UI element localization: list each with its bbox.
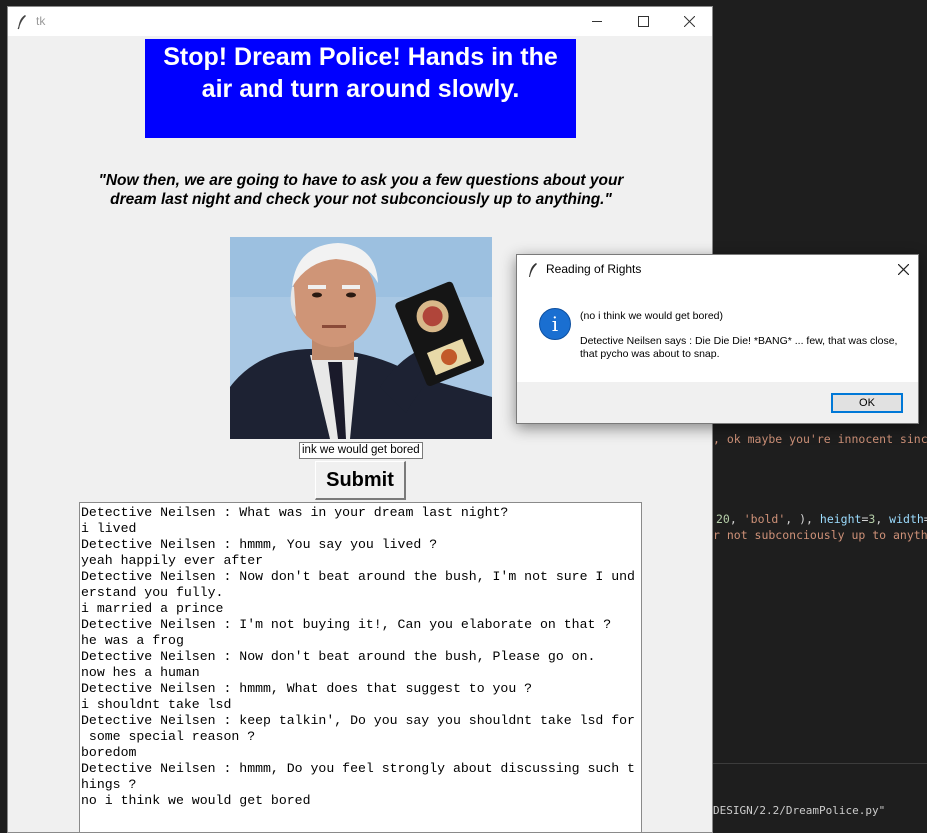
- conversation-line: hings ?: [81, 777, 137, 792]
- submit-button[interactable]: Submit: [315, 461, 406, 500]
- conversation-line: erstand you fully.: [81, 585, 224, 600]
- conversation-line: Detective Neilsen : I'm not buying it!, …: [81, 617, 612, 632]
- conversation-line: no i think we would get bored: [81, 793, 311, 808]
- conversation-line: Detective Neilsen : Now don't beat aroun…: [81, 569, 635, 584]
- minimize-icon: [591, 21, 602, 22]
- dialog-message-echo: (no i think we would get bored): [580, 310, 723, 322]
- conversation-line: i shouldnt take lsd: [81, 697, 232, 712]
- reading-of-rights-dialog: Reading of Rights i (no i think we would…: [516, 254, 919, 424]
- dialog-title: Reading of Rights: [546, 262, 642, 276]
- warning-banner: Stop! Dream Police! Hands in the air and…: [145, 39, 576, 138]
- maximize-button[interactable]: [620, 7, 666, 36]
- conversation-line: he was a frog: [81, 633, 184, 648]
- terminal-path: DESIGN/2.2/DreamPolice.py": [713, 804, 886, 817]
- ok-button[interactable]: OK: [831, 393, 903, 413]
- conversation-line: Detective Neilsen : hmmm, You say you li…: [81, 537, 438, 552]
- conversation-line: Detective Neilsen : hmmm, Do you feel st…: [81, 761, 635, 776]
- maximize-icon: [637, 16, 649, 27]
- editor-code-line: r not subconciously up to anythin: [713, 528, 927, 542]
- conversation-line: Detective Neilsen : Now don't beat aroun…: [81, 649, 596, 664]
- conversation-line: Detective Neilsen : What was in your dre…: [81, 505, 509, 520]
- tk-feather-icon: [529, 263, 537, 277]
- conversation-textbox[interactable]: Detective Neilsen : What was in your dre…: [79, 502, 642, 832]
- editor-code-line: 20, 'bold', ), height=3, width=25: [716, 512, 927, 526]
- conversation-line: now hes a human: [81, 665, 200, 680]
- detective-photo: [230, 237, 492, 439]
- close-button[interactable]: [666, 7, 712, 36]
- dialog-body: [517, 284, 918, 382]
- close-icon: [897, 264, 909, 275]
- window-titlebar[interactable]: tk: [8, 7, 712, 36]
- terminal-divider: [713, 763, 927, 764]
- dialog-close-button[interactable]: [888, 255, 918, 284]
- conversation-line: some special reason ?: [81, 729, 256, 744]
- conversation-line: boredom: [81, 745, 137, 760]
- conversation-line: Detective Neilsen : keep talkin', Do you…: [81, 713, 635, 728]
- minimize-button[interactable]: [574, 7, 620, 36]
- info-icon: i: [539, 308, 571, 340]
- window-title: tk: [36, 14, 46, 28]
- tk-feather-icon: [17, 15, 26, 30]
- answer-input[interactable]: ink we would get bored: [299, 442, 423, 459]
- conversation-line: Detective Neilsen : hmmm, What does that…: [81, 681, 533, 696]
- intro-quote: "Now then, we are going to have to ask y…: [98, 172, 624, 208]
- conversation-line: i married a prince: [81, 601, 224, 616]
- conversation-line: yeah happily ever after: [81, 553, 264, 568]
- dialog-message-detail: Detective Neilsen says : Die Die Die! *B…: [580, 335, 898, 360]
- close-icon: [683, 16, 695, 27]
- editor-code-line: , ok maybe you're innocent since y: [713, 432, 927, 446]
- dialog-titlebar[interactable]: Reading of Rights: [517, 255, 918, 284]
- conversation-line: i lived: [81, 521, 137, 536]
